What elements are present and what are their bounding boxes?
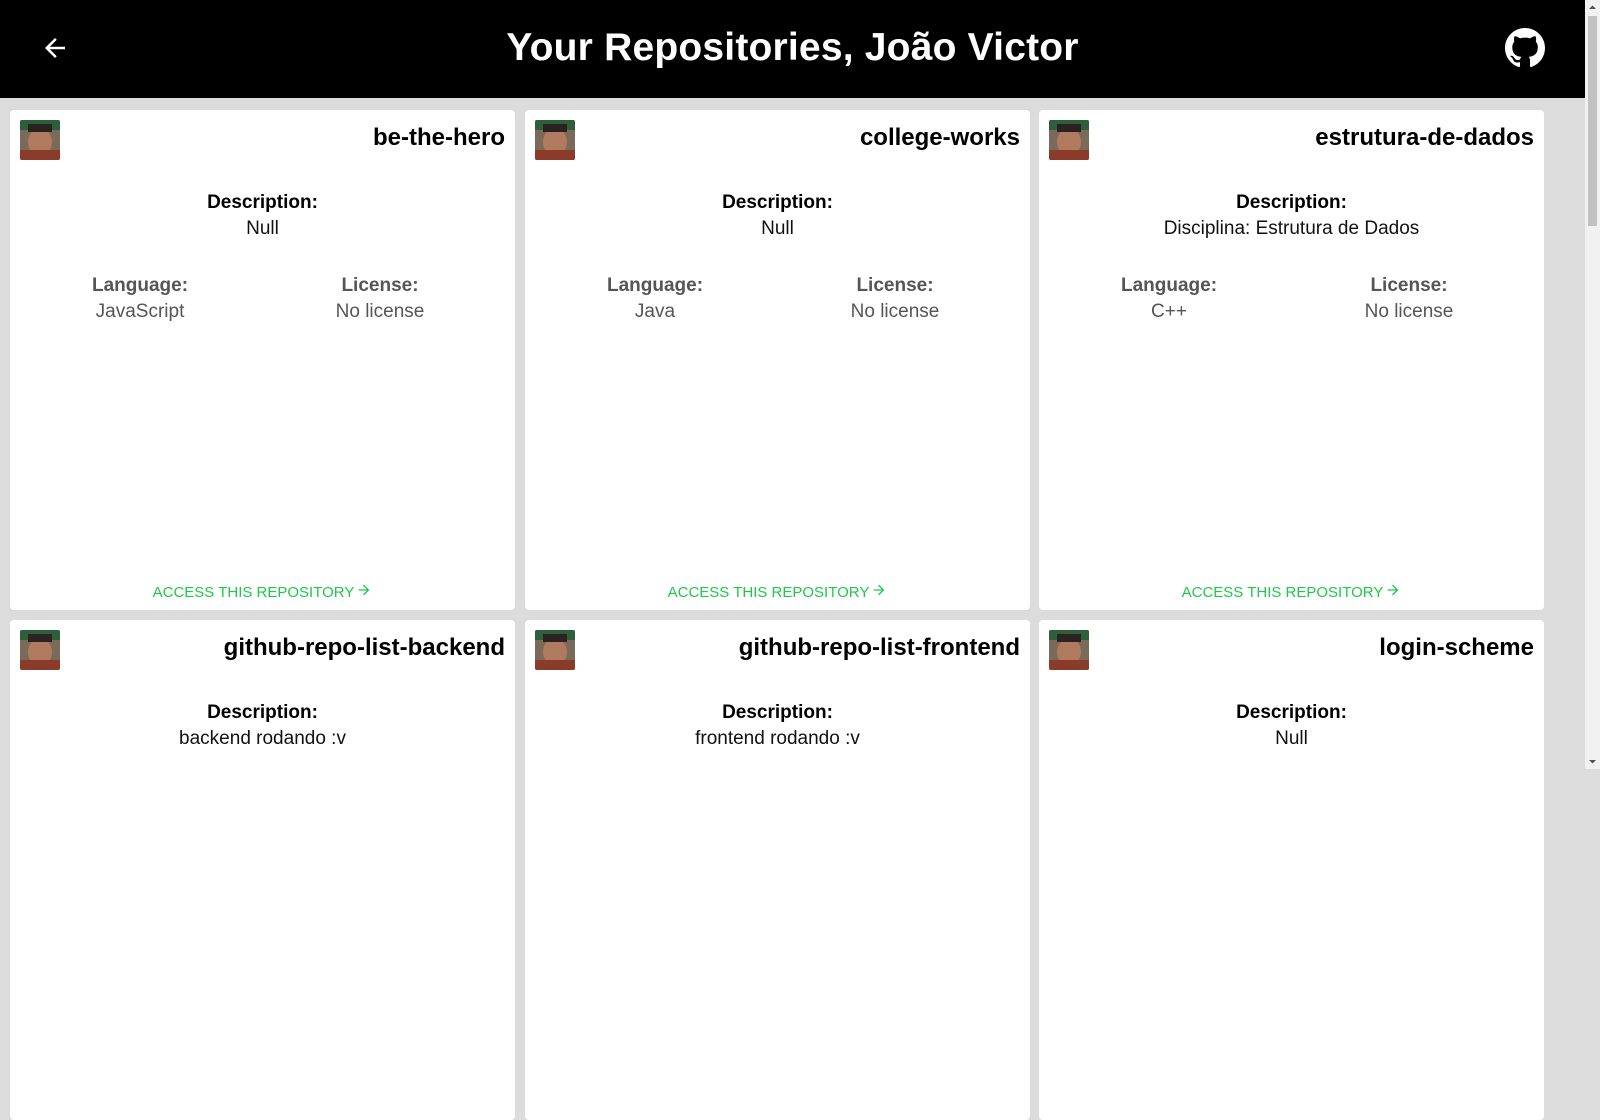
repo-name: github-repo-list-frontend — [738, 634, 1020, 661]
access-label: ACCESS THIS REPOSITORY — [1181, 584, 1384, 601]
description-value: backend rodando :v — [179, 728, 346, 749]
repo-name: be-the-hero — [373, 124, 505, 151]
access-repository-link[interactable]: ACCESS THIS REPOSITORY — [10, 582, 515, 601]
license-label: License: — [1370, 275, 1448, 296]
language-block: Language: C++ — [1049, 273, 1289, 325]
license-value: No license — [850, 301, 940, 322]
scroll-up-arrow-icon[interactable] — [1585, 0, 1600, 15]
description-value: Null — [1275, 728, 1308, 749]
language-value: C++ — [1151, 301, 1187, 322]
license-label: License: — [856, 275, 934, 296]
page-title: Your Repositories, João Victor — [506, 26, 1079, 69]
language-label: Language: — [91, 275, 189, 296]
github-icon — [1505, 28, 1545, 68]
repo-card: login-scheme Description: Null — [1039, 620, 1544, 1120]
language-label: Language: — [1120, 275, 1218, 296]
description-value: Null — [246, 218, 279, 239]
avatar — [20, 630, 60, 670]
license-block: License: No license — [260, 273, 500, 325]
language-value: Java — [634, 301, 676, 322]
scroll-down-arrow-icon[interactable] — [1585, 754, 1600, 769]
description-value: Null — [761, 218, 794, 239]
repo-card: estrutura-de-dados Description: Discipli… — [1039, 110, 1544, 610]
arrow-right-icon — [874, 584, 885, 596]
description-value: Disciplina: Estrutura de Dados — [1163, 218, 1420, 239]
license-value: No license — [335, 301, 425, 322]
repo-card: github-repo-list-backend Description: ba… — [10, 620, 515, 1120]
avatar — [535, 630, 575, 670]
description-label: Description: — [722, 192, 833, 213]
access-repository-link[interactable]: ACCESS THIS REPOSITORY — [1039, 582, 1544, 601]
avatar — [1049, 120, 1089, 160]
description-label: Description: — [1236, 192, 1347, 213]
github-button[interactable] — [1505, 28, 1545, 68]
scrollbar-thumb[interactable] — [1588, 16, 1597, 226]
license-value: No license — [1364, 301, 1454, 322]
repo-name: college-works — [859, 124, 1020, 151]
repo-card: github-repo-list-frontend Description: f… — [525, 620, 1030, 1120]
arrow-right-icon — [359, 584, 370, 596]
access-repository-link[interactable]: ACCESS THIS REPOSITORY — [525, 582, 1030, 601]
access-label: ACCESS THIS REPOSITORY — [667, 584, 870, 601]
repo-name: login-scheme — [1379, 634, 1534, 661]
language-block: Language: Java — [535, 273, 775, 325]
avatar — [1049, 630, 1089, 670]
description-label: Description: — [722, 702, 833, 723]
license-block: License: No license — [1289, 273, 1529, 325]
license-block: License: No license — [775, 273, 1015, 325]
license-label: License: — [341, 275, 419, 296]
access-label: ACCESS THIS REPOSITORY — [152, 584, 355, 601]
vertical-scrollbar[interactable] — [1585, 0, 1600, 769]
language-value: JavaScript — [95, 301, 185, 322]
description-label: Description: — [207, 192, 318, 213]
arrow-right-icon — [1388, 584, 1399, 596]
header-bar: Your Repositories, João Victor — [0, 0, 1585, 98]
description-value: frontend rodando :v — [695, 728, 860, 749]
repo-name: github-repo-list-backend — [223, 634, 505, 661]
repo-name: estrutura-de-dados — [1315, 124, 1534, 151]
avatar — [535, 120, 575, 160]
description-label: Description: — [1236, 702, 1347, 723]
repo-card: college-works Description: Null Language… — [525, 110, 1030, 610]
language-label: Language: — [606, 275, 704, 296]
avatar — [20, 120, 60, 160]
description-label: Description: — [207, 702, 318, 723]
language-block: Language: JavaScript — [20, 273, 260, 325]
repo-card: be-the-hero Description: Null Language: … — [10, 110, 515, 610]
